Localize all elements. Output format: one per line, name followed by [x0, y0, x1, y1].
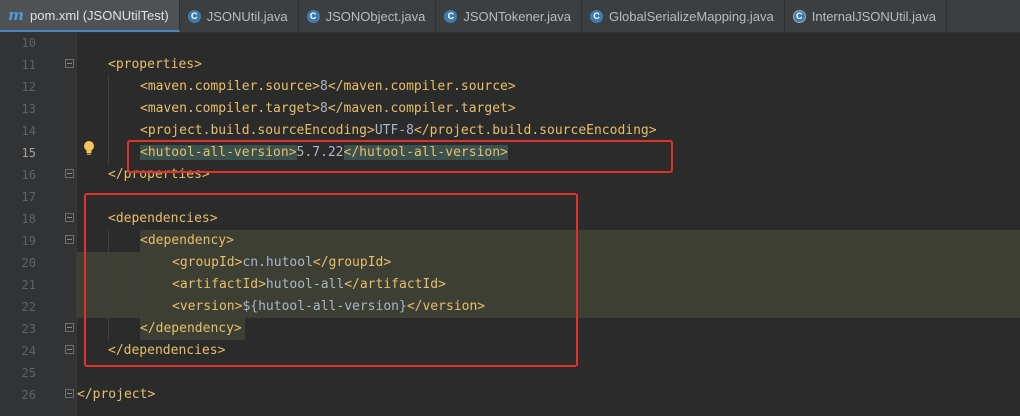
line-number: 16 — [21, 168, 36, 182]
tab-jsonobject-java[interactable]: C JSONObject.java — [299, 0, 437, 32]
tab-label: pom.xml (JSONUtilTest) — [30, 7, 169, 23]
xml-tag: <maven.compiler.target> — [140, 101, 321, 116]
tab-internaljsonutil-java[interactable]: C InternalJSONUtil.java — [785, 0, 948, 32]
xml-tag: </project.build.sourceEncoding> — [413, 123, 657, 138]
code-line: <maven.compiler.source>8</maven.compiler… — [140, 76, 516, 98]
java-class-icon: C — [306, 9, 320, 23]
tab-pom-xml[interactable]: m pom.xml (JSONUtilTest) — [0, 0, 180, 32]
editor-gutter[interactable]: 10 11 12 13 14 15 16 17 18 19 20 21 22 2… — [0, 32, 77, 416]
tab-label: JSONObject.java — [325, 8, 426, 24]
code-line: </project> — [77, 384, 155, 406]
tab-jsonutil-java[interactable]: C JSONUtil.java — [180, 0, 299, 32]
editor-tab-bar: m pom.xml (JSONUtilTest) C JSONUtil.java… — [0, 0, 1020, 33]
annotation-box-dependencies — [84, 193, 578, 367]
line-number: 18 — [21, 212, 36, 226]
line-number: 24 — [21, 344, 36, 358]
code-line: <maven.compiler.target>8</maven.compiler… — [140, 98, 516, 120]
fold-marker-icon[interactable] — [65, 235, 74, 244]
line-number: 21 — [21, 278, 36, 292]
line-number: 20 — [21, 256, 36, 270]
line-number: 23 — [21, 322, 36, 336]
fold-marker-icon[interactable] — [65, 169, 74, 178]
java-class-icon: C — [589, 9, 603, 23]
xml-value: 8 — [320, 79, 328, 94]
xml-tag: </project> — [77, 387, 156, 402]
fold-marker-icon[interactable] — [65, 59, 74, 68]
java-class-icon: C — [444, 9, 458, 23]
xml-tag: </maven.compiler.source> — [327, 79, 516, 94]
fold-marker-icon[interactable] — [65, 213, 74, 222]
code-line: <project.build.sourceEncoding>UTF-8</pro… — [140, 120, 657, 142]
indent-guide — [108, 76, 109, 164]
line-number: 12 — [21, 80, 36, 94]
line-number-current: 15 — [21, 146, 36, 160]
tab-label: InternalJSONUtil.java — [811, 8, 937, 24]
xml-tag: <project.build.sourceEncoding> — [140, 123, 375, 138]
line-number: 10 — [21, 36, 36, 50]
line-number: 26 — [21, 388, 36, 402]
tab-label: GlobalSerializeMapping.java — [608, 8, 774, 24]
tab-label: JSONTokener.java — [463, 8, 571, 24]
line-number: 13 — [21, 102, 36, 116]
java-class-icon: C — [187, 9, 201, 23]
code-line: <properties> — [108, 54, 202, 76]
java-class-icon: C — [792, 9, 806, 23]
xml-value: UTF-8 — [374, 123, 414, 138]
line-number: 19 — [21, 234, 36, 248]
maven-icon: m — [8, 6, 24, 24]
fold-marker-icon[interactable] — [65, 345, 74, 354]
xml-tag: <maven.compiler.source> — [140, 79, 321, 94]
xml-value: 8 — [320, 101, 328, 116]
fold-marker-icon[interactable] — [65, 389, 74, 398]
line-number: 14 — [21, 124, 36, 138]
line-number: 11 — [21, 58, 36, 72]
xml-tag: <properties> — [108, 57, 202, 72]
annotation-box-version-property — [127, 140, 673, 173]
tab-globalserializemapping-java[interactable]: C GlobalSerializeMapping.java — [582, 0, 785, 32]
fold-marker-icon[interactable] — [65, 323, 74, 332]
line-number: 22 — [21, 300, 36, 314]
xml-tag: </maven.compiler.target> — [327, 101, 516, 116]
line-number: 17 — [21, 190, 36, 204]
tab-label: JSONUtil.java — [206, 8, 288, 24]
line-number: 25 — [21, 366, 36, 380]
tab-jsontokener-java[interactable]: C JSONTokener.java — [436, 0, 582, 32]
